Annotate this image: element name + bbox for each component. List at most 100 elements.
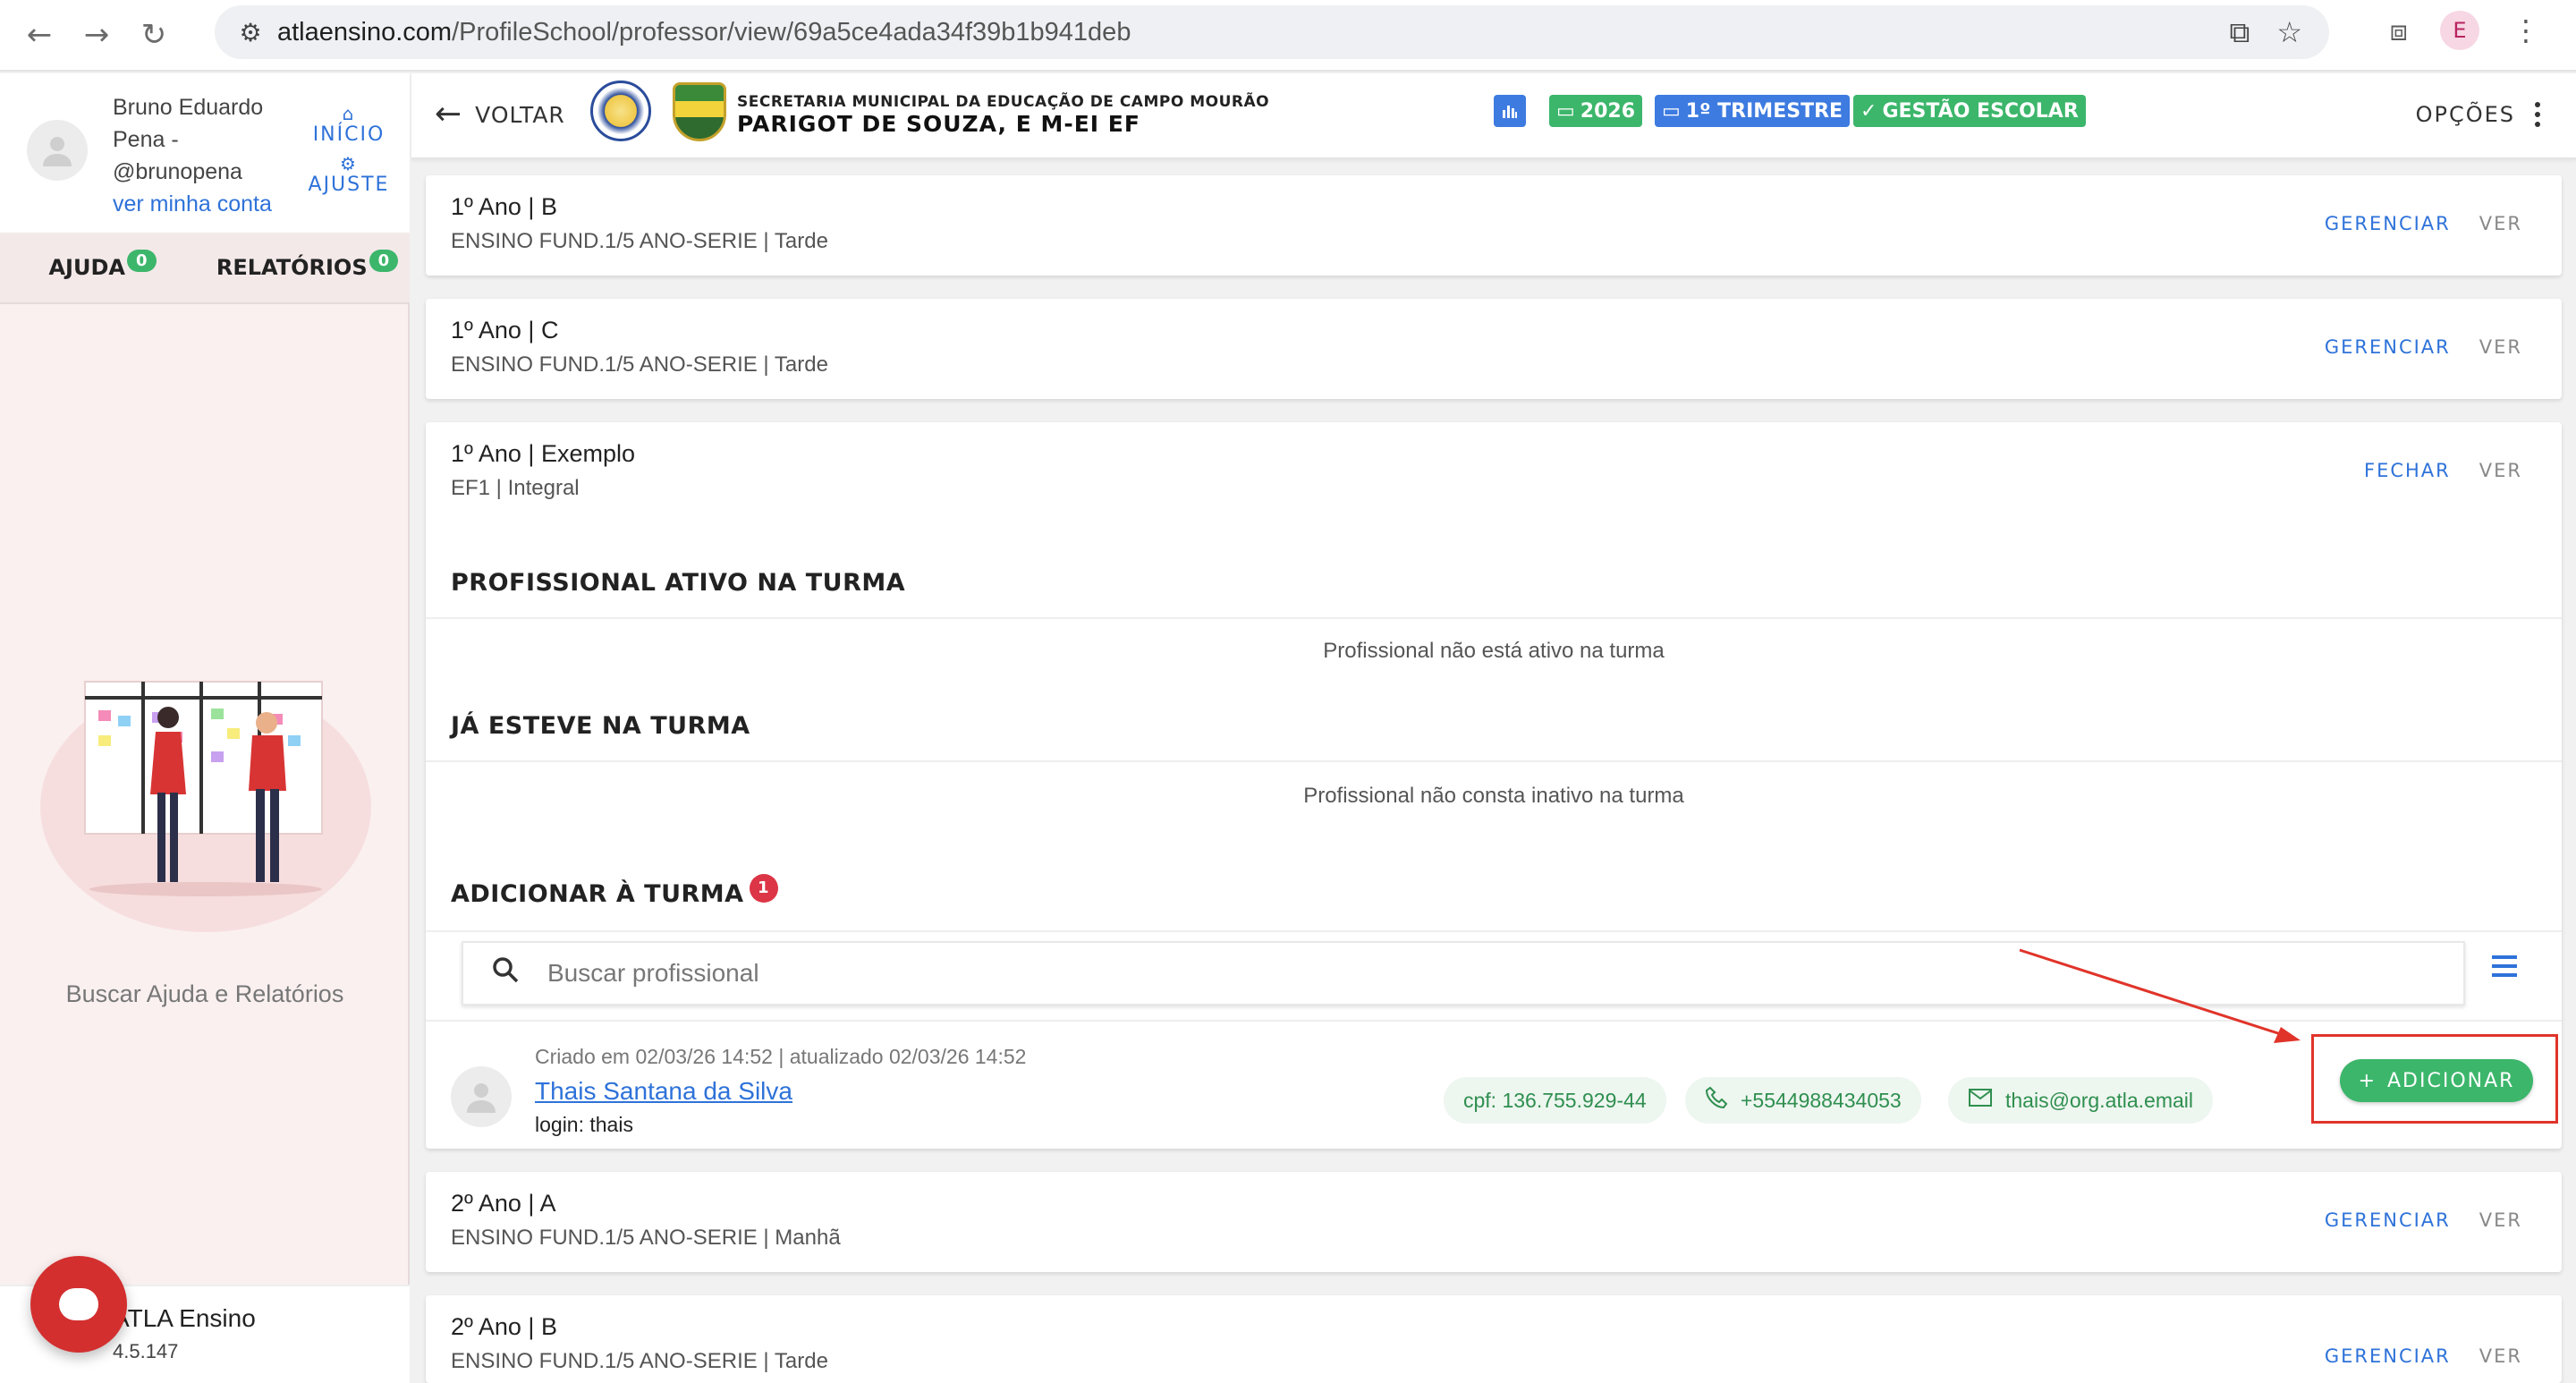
- fechar-button[interactable]: FECHAR: [2364, 460, 2451, 481]
- back-arrow-icon: ←: [435, 96, 463, 132]
- management-chip[interactable]: ✓ GESTÃO ESCOLAR: [1853, 95, 2086, 127]
- divider: [426, 1020, 2562, 1022]
- user-name-line1: Bruno Eduardo: [113, 95, 264, 120]
- past-professional-heading: JÁ ESTEVE NA TURMA: [451, 712, 750, 740]
- class-title: 1º Ano | Exemplo: [451, 440, 635, 467]
- inicio-button[interactable]: ⌂ INÍCIO: [304, 104, 394, 147]
- plus-icon: +: [2358, 1069, 2377, 1092]
- class-title: 1º Ano | C: [451, 317, 559, 344]
- user-name-line2: Pena -: [113, 127, 179, 152]
- kebab-menu-icon: [2535, 102, 2540, 127]
- account-link[interactable]: ver minha conta: [113, 188, 272, 220]
- gerenciar-button[interactable]: GERENCIAR: [2325, 213, 2451, 234]
- mail-icon: [1968, 1088, 1993, 1113]
- bar-chart-icon: [1503, 106, 1517, 118]
- options-menu-button[interactable]: OPÇÕES: [2416, 102, 2540, 127]
- ver-button[interactable]: VER: [2479, 1209, 2522, 1231]
- ajuda-count-badge: 0: [126, 249, 157, 272]
- app-name: ATLA Ensino: [113, 1304, 256, 1332]
- professional-search-box: [462, 941, 2465, 1005]
- gerenciar-button[interactable]: GERENCIAR: [2325, 336, 2451, 358]
- class-subtitle: ENSINO FUND.1/5 ANO-SERIE | Tarde: [451, 1349, 828, 1373]
- class-subtitle: ENSINO FUND.1/5 ANO-SERIE | Tarde: [451, 352, 828, 377]
- active-professional-heading: PROFISSIONAL ATIVO NA TURMA: [451, 569, 906, 597]
- ver-button[interactable]: VER: [2479, 336, 2522, 358]
- ver-button[interactable]: VER: [2479, 213, 2522, 234]
- check-circle-icon: ✓: [1860, 99, 1877, 123]
- professional-search-input[interactable]: [547, 959, 2426, 988]
- help-illustration: [40, 681, 371, 932]
- forward-arrow-icon[interactable]: →: [68, 6, 125, 64]
- voltar-button[interactable]: ← VOLTAR: [435, 98, 565, 131]
- calendar-icon: ▭: [1556, 99, 1575, 123]
- home-icon: ⌂: [342, 103, 356, 124]
- relatorios-count-badge: 0: [369, 249, 399, 272]
- class-card: 1º Ano | C ENSINO FUND.1/5 ANO-SERIE | T…: [426, 299, 2562, 399]
- user-silhouette-icon: [467, 1083, 496, 1113]
- browser-toolbar: ← → ↻ ⚙ atlaensino.com/ProfileSchool/pro…: [0, 0, 2576, 72]
- phone-icon: [1705, 1086, 1728, 1115]
- install-app-icon[interactable]: ⧉: [2229, 15, 2250, 50]
- divider: [426, 617, 2562, 619]
- class-card: 2º Ano | B ENSINO FUND.1/5 ANO-SERIE | T…: [426, 1295, 2562, 1383]
- ver-button[interactable]: VER: [2479, 460, 2522, 481]
- gear-icon: ⚙: [340, 153, 358, 174]
- class-card: 2º Ano | A ENSINO FUND.1/5 ANO-SERIE | M…: [426, 1172, 2562, 1272]
- ajuste-button[interactable]: ⚙ AJUSTE: [304, 154, 394, 197]
- adicionar-button[interactable]: + ADICIONAR: [2340, 1059, 2533, 1102]
- class-subtitle: ENSINO FUND.1/5 ANO-SERIE | Tarde: [451, 229, 828, 253]
- calendar-icon: ▭: [1662, 99, 1681, 123]
- user-card: Bruno Eduardo Pena - @brunopena ver minh…: [0, 73, 410, 233]
- browser-menu-icon[interactable]: ⋮: [2512, 13, 2540, 47]
- chat-bubble-icon: [59, 1288, 98, 1320]
- reports-chart-button[interactable]: [1494, 95, 1526, 127]
- term-chip[interactable]: ▭ 1º TRIMESTRE: [1655, 95, 1851, 127]
- school-subtitle: SECRETARIA MUNICIPAL DA EDUCAÇÃO DE CAMP…: [737, 93, 1270, 111]
- municipal-seal-logo: [590, 81, 651, 141]
- sidebar: Bruno Eduardo Pena - @brunopena ver minh…: [0, 73, 410, 1383]
- school-header: ← VOLTAR SECRETARIA MUNICIPAL DA EDUCAÇÃ…: [411, 73, 2576, 159]
- professional-meta: Criado em 02/03/26 14:52 | atualizado 02…: [535, 1045, 1027, 1068]
- year-chip[interactable]: ▭ 2026: [1549, 95, 1643, 127]
- past-empty-message: Profissional não consta inativo na turma: [1303, 784, 1684, 808]
- site-settings-icon[interactable]: ⚙: [224, 18, 277, 47]
- divider: [426, 930, 2562, 932]
- bookmark-star-icon[interactable]: ☆: [2276, 15, 2302, 50]
- user-silhouette-icon: [43, 137, 72, 166]
- class-title: 1º Ano | B: [451, 193, 557, 220]
- url-text: atlaensino.com/ProfileSchool/professor/v…: [277, 17, 1131, 47]
- phone-pill[interactable]: +5544988434053: [1685, 1077, 1921, 1124]
- help-text: Buscar Ajuda e Relatórios: [65, 980, 344, 1007]
- cpf-pill: cpf: 136.755.929-44: [1444, 1077, 1666, 1124]
- browser-profile-avatar[interactable]: E: [2440, 11, 2479, 50]
- city-crest-logo: [673, 82, 726, 141]
- ver-button[interactable]: VER: [2479, 1345, 2522, 1367]
- reload-icon[interactable]: ↻: [125, 6, 182, 64]
- sidebar-tabs: AJUDA 0 RELATÓRIOS 0: [0, 233, 410, 304]
- user-handle: @brunopena: [113, 159, 242, 184]
- school-name: PARIGOT DE SOUZA, E M-EI EF: [737, 111, 1140, 137]
- user-avatar: [27, 120, 88, 181]
- add-to-class-heading: ADICIONAR À TURMA 1: [451, 874, 778, 912]
- chat-button[interactable]: [30, 1256, 127, 1353]
- class-subtitle: ENSINO FUND.1/5 ANO-SERIE | Manhã: [451, 1226, 841, 1250]
- divider: [426, 760, 2562, 762]
- active-empty-message: Profissional não está ativo na turma: [1323, 639, 1665, 663]
- class-card-expanded: 1º Ano | Exemplo EF1 | Integral FECHAR V…: [426, 422, 2562, 1149]
- class-subtitle: EF1 | Integral: [451, 476, 580, 500]
- tab-relatorios[interactable]: RELATÓRIOS 0: [205, 233, 410, 302]
- gerenciar-button[interactable]: GERENCIAR: [2325, 1209, 2451, 1231]
- email-pill[interactable]: thais@org.atla.email: [1948, 1077, 2213, 1124]
- back-arrow-icon[interactable]: ←: [11, 6, 68, 64]
- search-icon: [463, 956, 547, 990]
- app-version: 4.5.147: [113, 1340, 179, 1362]
- list-view-icon[interactable]: [2492, 955, 2517, 977]
- professional-avatar: [451, 1066, 512, 1127]
- add-count-badge: 1: [749, 874, 778, 903]
- extensions-icon[interactable]: ⧈: [2390, 13, 2408, 48]
- tab-ajuda[interactable]: AJUDA 0: [0, 233, 205, 302]
- address-bar[interactable]: ⚙ atlaensino.com/ProfileSchool/professor…: [215, 5, 2329, 59]
- class-card: 1º Ano | B ENSINO FUND.1/5 ANO-SERIE | T…: [426, 175, 2562, 276]
- professional-name-link[interactable]: Thais Santana da Silva: [535, 1077, 792, 1106]
- gerenciar-button[interactable]: GERENCIAR: [2325, 1345, 2451, 1367]
